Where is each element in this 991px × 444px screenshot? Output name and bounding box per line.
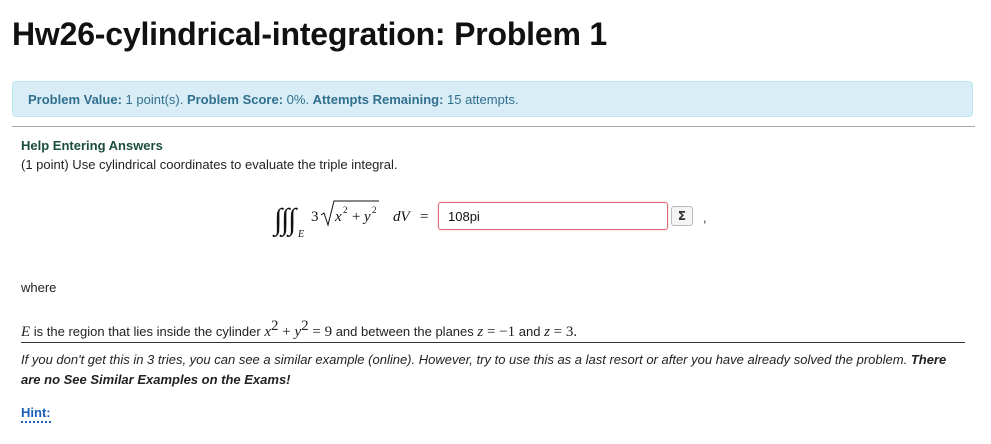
y-term: y	[362, 209, 371, 225]
problem-value-label: Problem Value:	[28, 91, 122, 107]
attempts-remaining: 15 attempts.	[443, 91, 519, 107]
sigma-icon: Σ	[677, 209, 687, 223]
equation-editor-button[interactable]: Σ	[671, 206, 693, 226]
region-text-3: and	[515, 324, 545, 339]
cyl-plus: +	[278, 324, 295, 340]
attempts-remaining-label: Attempts Remaining:	[312, 91, 444, 107]
similar-example-note: If you don't get this in 3 tries, you ca…	[21, 350, 951, 390]
where-label: where	[21, 280, 57, 295]
region-text-2: and between the planes	[332, 324, 478, 339]
cyl-y-exp: 2	[301, 318, 309, 334]
page-title: Hw26-cylindrical-integration: Problem 1	[12, 16, 607, 52]
problem-score-label: Problem Score:	[186, 91, 284, 107]
divider	[21, 342, 965, 343]
hint-link[interactable]: Hint:	[21, 405, 51, 423]
region-text-1: is the region that lies inside the cylin…	[30, 324, 265, 339]
divider	[12, 126, 975, 127]
problem-status-bar: Problem Value: 1 point(s). Problem Score…	[12, 81, 973, 117]
region-subscript: E	[297, 229, 304, 240]
note-text: If you don't get this in 3 tries, you ca…	[21, 352, 911, 367]
integral-expression: ∫ ∫ ∫ E 3 x 2 + y 2 dV =	[272, 200, 428, 240]
dv-term: dV	[393, 209, 412, 225]
coefficient: 3	[311, 209, 319, 225]
problem-value: 1 point(s).	[121, 91, 187, 107]
problem-intro: (1 point) Use cylindrical coordinates to…	[21, 157, 398, 172]
answer-input[interactable]	[438, 202, 668, 230]
plane-eq-2: = 3.	[549, 324, 578, 340]
integral-sign-3: ∫	[286, 203, 298, 238]
plane-eq-1: = −1	[483, 324, 516, 340]
trailing-comma: ,	[703, 210, 707, 225]
problem-score: 0%.	[283, 91, 313, 107]
help-entering-answers-link[interactable]: Help Entering Answers	[21, 138, 163, 153]
y-exponent: 2	[372, 205, 377, 215]
x-term: x	[334, 209, 342, 225]
region-symbol: E	[21, 324, 31, 340]
plus-sign: +	[352, 209, 360, 225]
cyl-x: x	[264, 324, 271, 340]
cyl-eq: = 9	[308, 324, 333, 340]
x-exponent: 2	[343, 205, 348, 215]
equals-sign: =	[420, 209, 428, 225]
region-description: E is the region that lies inside the cyl…	[21, 318, 577, 341]
